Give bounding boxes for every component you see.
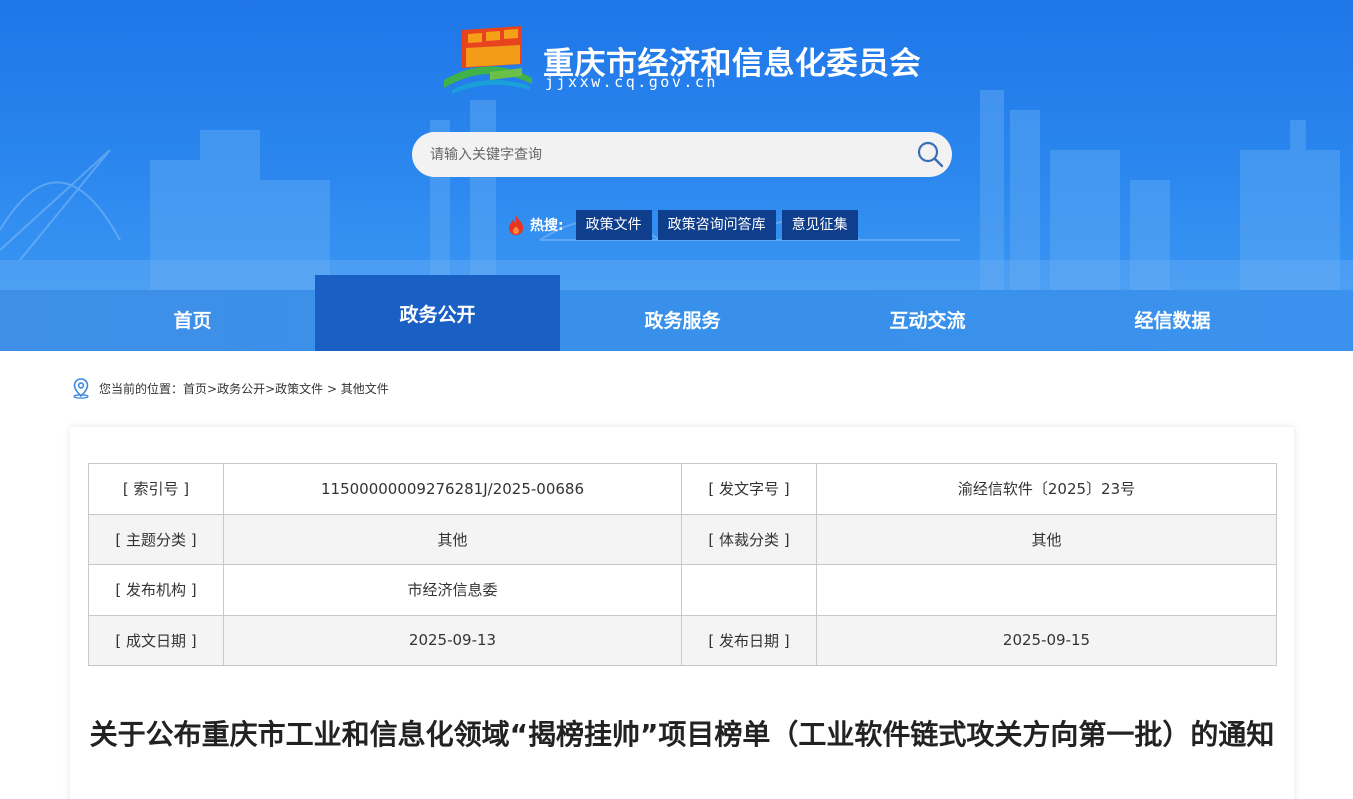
meta-value: 2025-09-15 [816, 614, 1277, 666]
hot-tag-policy-qa[interactable]: 政策咨询问答库 [657, 210, 776, 240]
nav-item-interaction[interactable]: 互动交流 [805, 290, 1050, 351]
search-input[interactable] [430, 132, 910, 177]
meta-value [816, 564, 1277, 616]
meta-value: 2025-09-13 [223, 614, 682, 666]
city-skyline-decoration [0, 90, 1353, 290]
meta-value: 其他 [816, 513, 1277, 565]
breadcrumb-path[interactable]: 首页>政务公开>政策文件 > 其他文件 [183, 380, 389, 397]
table-row: [ 主题分类 ] 其他 [ 体裁分类 ] 其他 [88, 513, 1277, 565]
nav-item-government-services[interactable]: 政务服务 [560, 290, 805, 351]
site-brand[interactable]: 重庆市经济和信息化委员会 jjxxw.cq.gov.cn [442, 18, 942, 94]
meta-label: [ 主题分类 ] [88, 513, 224, 565]
meta-value: 市经济信息委 [223, 564, 682, 616]
table-row: [ 索引号 ] 11500000009276281J/2025-00686 [ … [88, 463, 1277, 515]
hot-search-bar: 热搜: 政策文件 政策咨询问答库 意见征集 [506, 210, 864, 240]
breadcrumb: 您当前的位置： 首页>政务公开>政策文件 > 其他文件 [70, 377, 389, 399]
fire-icon [509, 215, 523, 235]
hot-search-label: 热搜: [530, 218, 564, 234]
city-emblem-logo [444, 26, 532, 94]
meta-label: [ 发布日期 ] [681, 614, 817, 666]
location-pin-icon [73, 378, 89, 399]
meta-label: [ 体裁分类 ] [681, 513, 817, 565]
meta-value: 渝经信软件〔2025〕23号 [816, 463, 1277, 515]
meta-label [681, 564, 817, 616]
document-meta-table: [ 索引号 ] 11500000009276281J/2025-00686 [ … [88, 463, 1277, 666]
meta-label: [ 成文日期 ] [88, 614, 224, 666]
hot-tag-policy-files[interactable]: 政策文件 [575, 210, 652, 240]
breadcrumb-prefix: 您当前的位置： [99, 381, 184, 396]
meta-label: [ 索引号 ] [88, 463, 224, 515]
table-row: [ 发布机构 ] 市经济信息委 [88, 564, 1277, 616]
nav-item-data[interactable]: 经信数据 [1050, 290, 1295, 351]
site-header: 重庆市经济和信息化委员会 jjxxw.cq.gov.cn 热搜: 政策文件 政策… [0, 0, 1353, 290]
meta-label: [ 发文字号 ] [681, 463, 817, 515]
site-domain: jjxxw.cq.gov.cn [545, 73, 718, 91]
main-nav: 首页 政务公开 政务服务 互动交流 经信数据 [0, 275, 1353, 351]
search-icon[interactable] [916, 140, 944, 168]
hot-tag-opinion-collection[interactable]: 意见征集 [781, 210, 858, 240]
nav-item-home[interactable]: 首页 [70, 290, 315, 351]
meta-label: [ 发布机构 ] [88, 564, 224, 616]
meta-value: 其他 [223, 513, 682, 565]
table-row: [ 成文日期 ] 2025-09-13 [ 发布日期 ] 2025-09-15 [88, 614, 1277, 666]
nav-item-government-affairs[interactable]: 政务公开 [315, 275, 560, 351]
meta-value: 11500000009276281J/2025-00686 [223, 463, 682, 515]
search-box [412, 132, 952, 177]
document-title: 关于公布重庆市工业和信息化领域“揭榜挂帅”项目榜单（工业软件链式攻关方向第一批）… [89, 718, 1275, 751]
